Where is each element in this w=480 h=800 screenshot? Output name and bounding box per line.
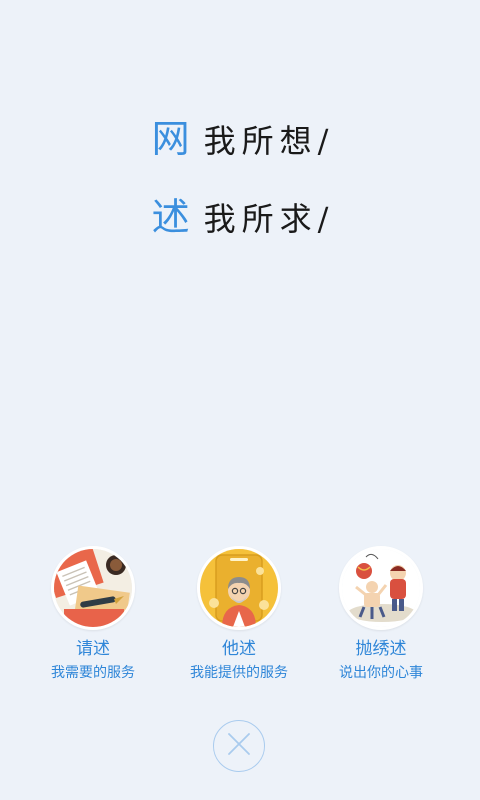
service-options: 请述 我需要的服务 他述 我能提供的服务 抛绣述 说出你的心事 (0, 546, 480, 686)
close-icon (227, 732, 251, 760)
option-provide-service[interactable]: 他述 我能提供的服务 (164, 546, 314, 682)
option-title: 抛绣述 (355, 639, 407, 659)
option-subtitle: 我能提供的服务 (190, 665, 288, 681)
slogan-slash: / (317, 200, 329, 238)
option-request-service[interactable]: 请述 我需要的服务 (18, 546, 168, 682)
option-throw-ball[interactable]: 抛绣述 说出你的心事 (306, 546, 456, 682)
writing-illustration-icon[interactable] (51, 546, 135, 630)
option-subtitle: 我需要的服务 (51, 665, 135, 681)
slogan-slash: / (317, 122, 329, 160)
slogan-text: 我所求 (203, 200, 318, 238)
slogan-line-1: 网 我所想 / (0, 108, 480, 163)
option-subtitle: 说出你的心事 (339, 665, 423, 681)
slogan-accent-char: 述 (151, 195, 190, 239)
option-title: 请述 (76, 639, 110, 659)
old-man-illustration-icon[interactable] (197, 546, 281, 630)
ball-throwing-illustration-icon[interactable] (339, 546, 423, 630)
slogan-text: 我所想 (203, 122, 318, 160)
option-title: 他述 (222, 639, 256, 659)
slogan-accent-char: 网 (151, 117, 190, 161)
close-button[interactable] (213, 720, 265, 772)
slogan-line-2: 述 我所求 / (0, 186, 480, 241)
